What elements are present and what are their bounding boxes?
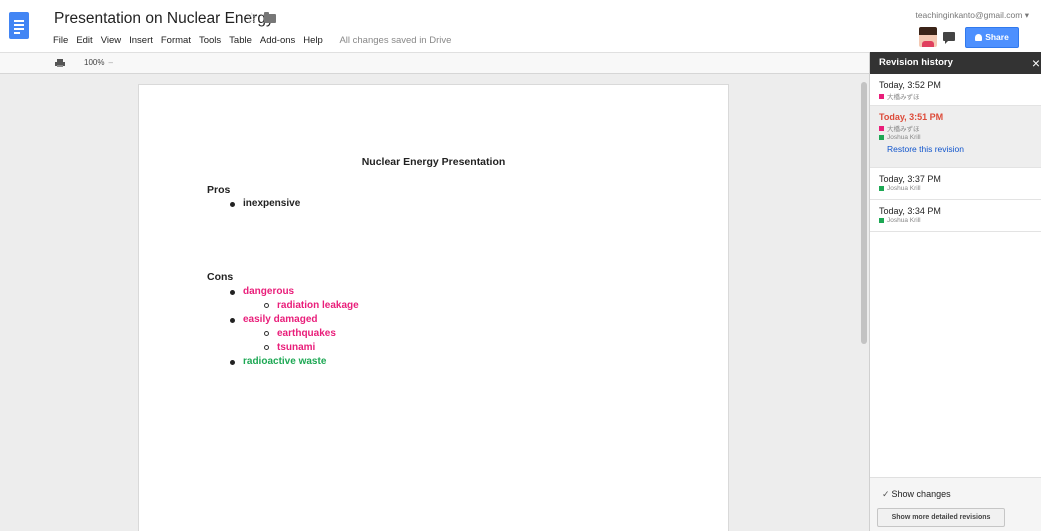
save-status[interactable]: All changes saved in Drive [339,35,451,46]
top-bar: Presentation on Nuclear Energy ☆ File Edi… [0,0,1041,52]
chevron-down-icon: – [108,58,113,67]
revision-history-panel: Revision history × Today, 3:52 PM 大橋みずほ … [869,52,1041,531]
author-color-swatch [879,135,884,140]
show-changes-checkbox[interactable]: ✓ Show changes [882,489,951,500]
revision-history-footer: ✓ Show changes Show more detailed revisio… [870,477,1041,531]
menu-view[interactable]: View [101,35,121,46]
share-person-icon [975,34,983,41]
share-button[interactable]: Share [965,27,1019,48]
revision-author: Joshua Krill [879,134,1041,141]
bullet-icon [230,318,235,323]
cons-label: Cons [207,271,234,283]
list-item: tsunami [264,342,315,353]
menu-edit[interactable]: Edit [76,35,92,46]
menu-tools[interactable]: Tools [199,35,221,46]
author-color-swatch [879,125,884,131]
revision-time: Today, 3:37 PM [879,174,941,184]
bullet-icon [264,331,269,336]
revision-item[interactable]: Today, 3:34 PM Joshua Krill [870,200,1041,232]
list-item: dangerous [230,286,294,297]
document-page[interactable]: Nuclear Energy Presentation Pros inexpen… [138,84,729,531]
revision-history-title: Revision history [879,57,953,68]
checkmark-icon: ✓ [882,489,890,499]
bullet-icon [230,202,235,207]
list-item: easily damaged [230,314,317,325]
list-item: inexpensive [230,198,300,209]
list-item: radioactive waste [230,356,326,367]
scrollbar[interactable] [858,74,869,531]
menu-file[interactable]: File [53,35,68,46]
revision-item[interactable]: Today, 3:52 PM 大橋みずほ [870,74,1041,106]
restore-revision-link[interactable]: Restore this revision [887,144,1041,154]
revision-author: Joshua Krill [879,185,1041,192]
menu-bar: File Edit View Insert Format Tools Table Add-on… [53,35,459,46]
scroll-thumb[interactable] [861,82,867,344]
document-title[interactable]: Presentation on Nuclear Energy [54,10,274,28]
show-changes-label: Show changes [891,489,951,499]
revision-item-selected[interactable]: Today, 3:51 PM 大橋みずほ Joshua Krill Restor… [870,106,1041,168]
revision-author: 大橋みずほ [879,91,1041,101]
menu-insert[interactable]: Insert [129,35,153,46]
print-icon[interactable] [55,59,65,67]
revision-time: Today, 3:52 PM [879,80,941,90]
menu-table[interactable]: Table [229,35,252,46]
bullet-icon [230,290,235,295]
revision-author: 大橋みずほ [879,123,1041,133]
bullet-icon [264,303,269,308]
share-label: Share [985,32,1009,42]
account-email[interactable]: teachinginkanto@gmail.com ▾ [915,10,1029,21]
docs-logo-icon[interactable] [9,12,29,39]
author-color-swatch [879,93,884,99]
author-color-swatch [879,186,884,191]
zoom-value: 100% [84,58,105,67]
avatar[interactable] [919,27,937,47]
folder-icon[interactable] [264,12,276,23]
toolbar: 100% – [0,52,869,74]
show-detailed-revisions-button[interactable]: Show more detailed revisions [877,508,1005,527]
list-item: radiation leakage [264,300,359,311]
revision-time: Today, 3:34 PM [879,206,941,216]
revision-item[interactable]: Today, 3:37 PM Joshua Krill [870,168,1041,200]
bullet-icon [230,360,235,365]
revision-author: Joshua Krill [879,217,1041,224]
revision-history-header: Revision history × [870,52,1041,74]
menu-add-ons[interactable]: Add-ons [260,35,295,46]
comments-icon[interactable] [943,32,955,44]
document-heading: Nuclear Energy Presentation [361,156,506,168]
pros-label: Pros [207,184,231,196]
menu-help[interactable]: Help [303,35,323,46]
zoom-select[interactable]: 100% – [84,58,113,67]
bullet-icon [264,345,269,350]
close-icon[interactable]: × [1032,52,1040,74]
document-canvas: Nuclear Energy Presentation Pros inexpen… [0,74,869,531]
revision-time: Today, 3:51 PM [879,112,944,122]
author-color-swatch [879,218,884,223]
list-item: earthquakes [264,328,336,339]
star-icon[interactable]: ☆ [245,9,258,27]
menu-format[interactable]: Format [161,35,191,46]
